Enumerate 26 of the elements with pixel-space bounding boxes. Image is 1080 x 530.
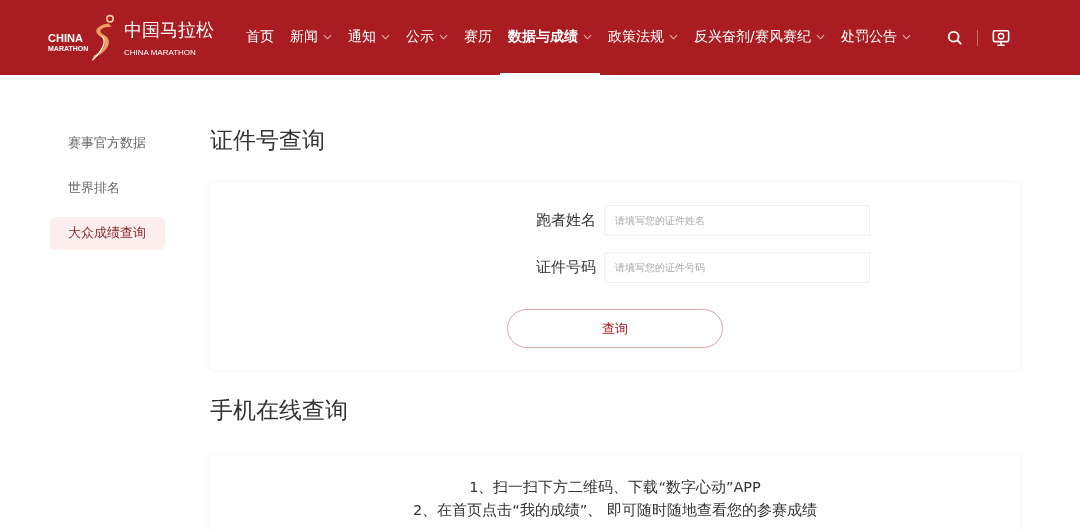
nav-item[interactable]: 政策法规 xyxy=(600,0,686,75)
section-title: 证件号查询 xyxy=(210,126,326,155)
section-title: 手机在线查询 xyxy=(210,396,349,425)
nav-item[interactable]: 通知 xyxy=(340,0,398,75)
monitor-icon[interactable] xyxy=(991,28,1010,47)
nav-item[interactable]: 公示 xyxy=(398,0,456,75)
nav-item[interactable]: 首页 xyxy=(238,0,282,75)
nav-item[interactable]: 赛历 xyxy=(456,0,500,75)
site-subtitle: CHINA MARATHON xyxy=(124,48,197,57)
nav-item[interactable]: 处罚公告 xyxy=(832,0,919,75)
instruction-text: 1、扫一扫下方二维码、下载“数字心动”APP xyxy=(469,478,761,497)
nav-item[interactable]: 新闻 xyxy=(282,0,340,75)
logo-text: CHINA xyxy=(48,31,83,44)
instruction-text: 2、在首页点击“我的成绩”、 即可随时随地查看您的参赛成绩 xyxy=(413,501,817,520)
sidebar-item[interactable]: 赛事官方数据 xyxy=(50,127,165,160)
field-label: 跑者姓名 xyxy=(534,211,596,230)
sidebar-item[interactable]: 世界排名 xyxy=(50,172,165,205)
input-field[interactable]: 请填写您的证件姓名 xyxy=(603,205,870,236)
input-field[interactable]: 请填写您的证件号码 xyxy=(603,252,870,283)
field-label: 证件号码 xyxy=(534,258,596,277)
nav-item[interactable]: 数据与成绩 xyxy=(500,0,600,75)
sidebar-item[interactable]: 大众成绩查询 xyxy=(50,217,165,250)
nav-item[interactable]: 反兴奋剂/赛风赛纪 xyxy=(686,0,833,75)
search-icon[interactable] xyxy=(946,29,963,46)
site-title: 中国马拉松 xyxy=(124,18,214,42)
query-button[interactable]: 查询 xyxy=(507,309,723,348)
